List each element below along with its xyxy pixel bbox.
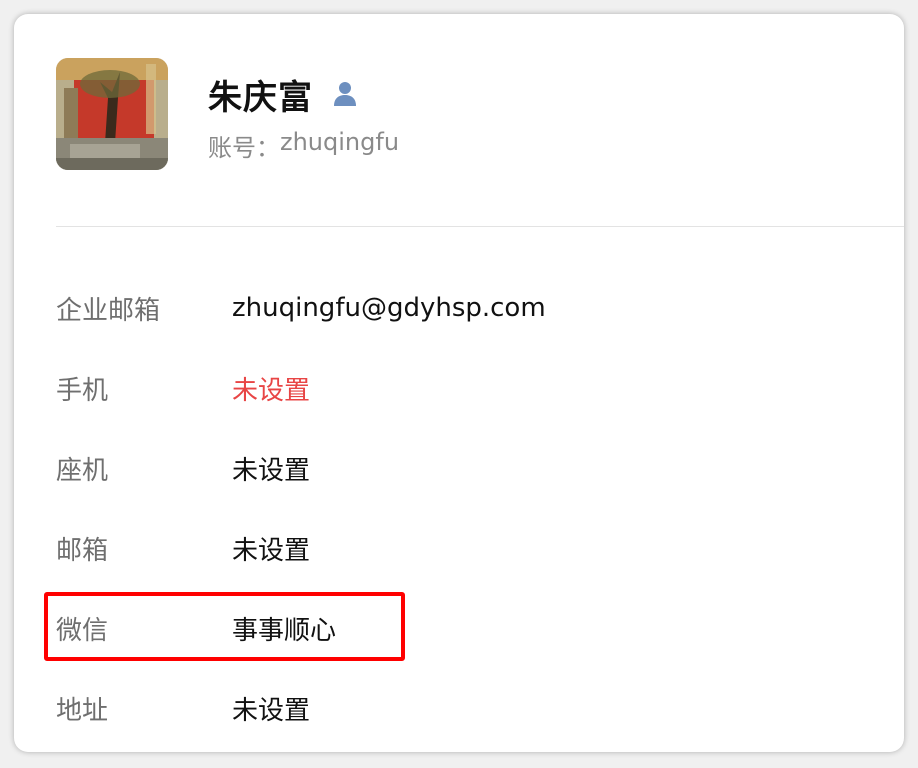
field-label: 地址 (56, 695, 109, 726)
account-value: zhuqingfu (280, 128, 400, 156)
person-icon (331, 80, 359, 108)
field-row-landline: 座机 未设置 (56, 448, 310, 488)
avatar[interactable] (56, 58, 168, 170)
field-label: 邮箱 (56, 535, 109, 566)
account-row: 账号： zhuqingfu (208, 128, 399, 163)
landline-value: 未设置 (232, 455, 311, 486)
address-value: 未设置 (232, 695, 311, 726)
field-row-mobile: 手机 未设置 (56, 368, 310, 408)
name-row: 朱庆富 (208, 72, 359, 118)
field-row-address: 地址 未设置 (56, 688, 310, 728)
field-label: 座机 (56, 455, 109, 486)
contact-name: 朱庆富 (208, 77, 313, 118)
mobile-value[interactable]: 未设置 (232, 370, 310, 407)
email-value: 未设置 (232, 535, 311, 566)
field-label: 手机 (56, 375, 109, 406)
enterprise-email-value[interactable]: zhuqingfu@gdyhsp.com (232, 293, 546, 323)
field-row-enterprise-email: 企业邮箱 zhuqingfu@gdyhsp.com (56, 288, 546, 328)
divider (56, 226, 904, 227)
avatar-photo-icon (56, 58, 168, 170)
field-label: 企业邮箱 (56, 295, 161, 326)
account-label: 账号： (208, 134, 280, 162)
wechat-highlight-box (44, 592, 405, 661)
contact-profile-card: 朱庆富 账号： zhuqingfu 企业邮箱 zhuqingfu@gdyhsp.… (14, 14, 904, 752)
field-row-email: 邮箱 未设置 (56, 528, 310, 568)
